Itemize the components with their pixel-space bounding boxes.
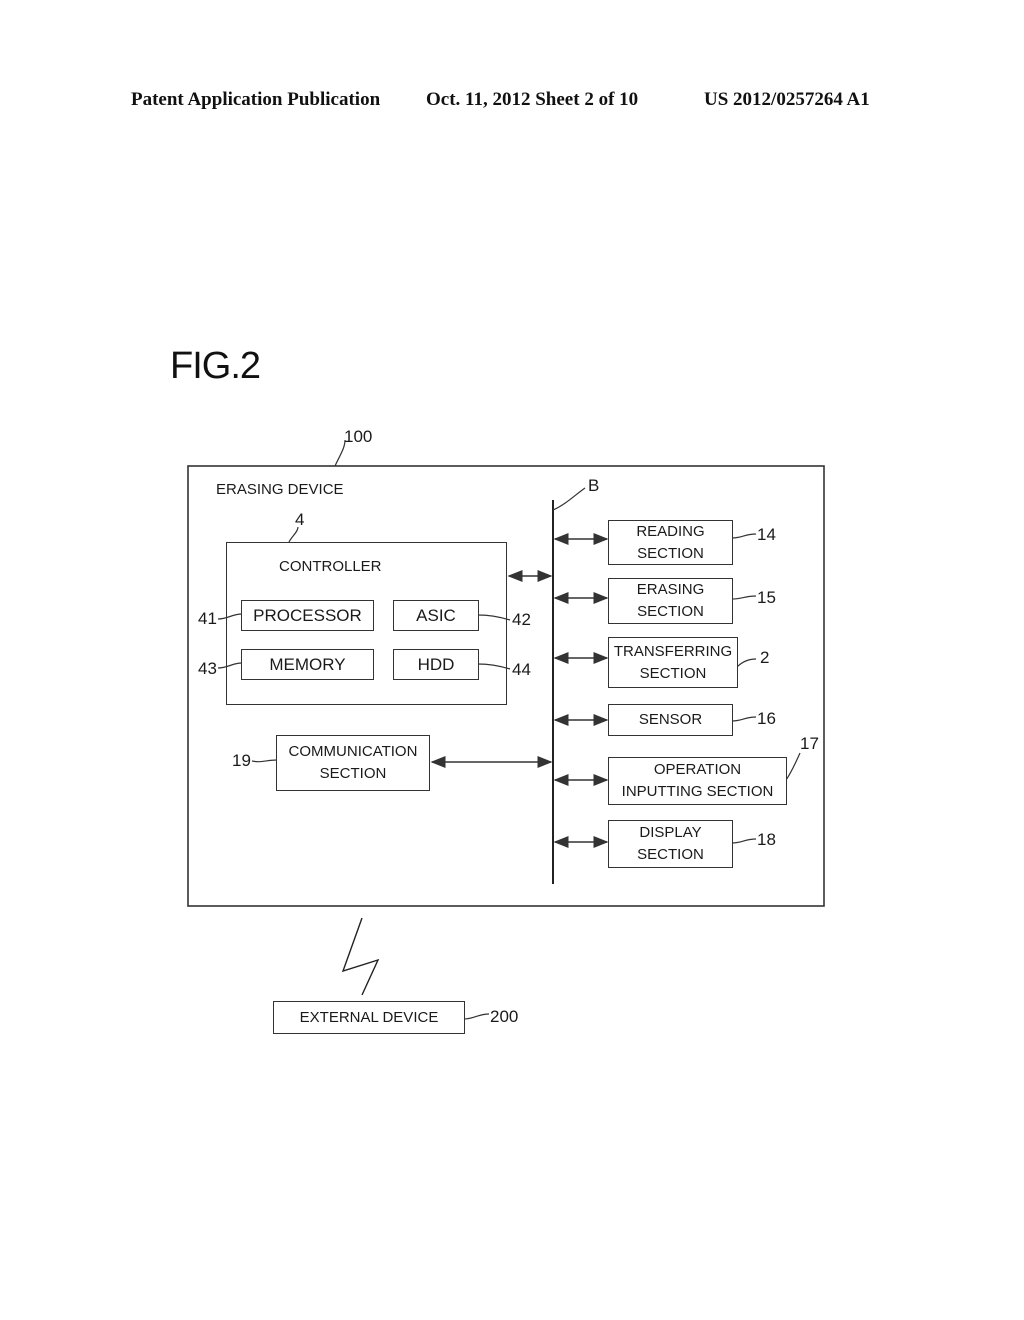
communication-box: COMMUNICATION SECTION bbox=[276, 735, 430, 791]
display-line1: DISPLAY bbox=[639, 824, 702, 841]
erasing-line2: SECTION bbox=[637, 603, 704, 620]
ref-sensor: 16 bbox=[757, 709, 776, 728]
sensor-box: SENSOR bbox=[608, 704, 733, 736]
processor-box: PROCESSOR bbox=[241, 600, 374, 631]
wireless-link-icon bbox=[341, 917, 380, 996]
transferring-line1: TRANSFERRING bbox=[613, 642, 733, 660]
reading-line1: READING bbox=[636, 522, 705, 540]
communication-line1: COMMUNICATION bbox=[288, 743, 418, 760]
ref-external: 200 bbox=[490, 1007, 519, 1026]
leader-19 bbox=[251, 759, 278, 763]
memory-box: MEMORY bbox=[241, 649, 374, 680]
transferring-line2: SECTION bbox=[639, 664, 707, 682]
leader-2 bbox=[736, 658, 757, 668]
processor-label: PROCESSOR bbox=[253, 605, 362, 625]
operation-inputting-section-box: OPERATION INPUTTING SECTION bbox=[608, 757, 787, 805]
sensor-label: SENSOR bbox=[638, 711, 703, 728]
erasing-line1: ERASING bbox=[636, 581, 705, 598]
reading-line2: SECTION bbox=[637, 544, 704, 562]
operation-line2: INPUTTING SECTION bbox=[621, 783, 774, 800]
leader-bus bbox=[552, 487, 586, 511]
leader-14 bbox=[731, 533, 757, 539]
ref-transferring: 2 bbox=[760, 648, 770, 667]
operation-line1: OPERATION bbox=[653, 761, 742, 778]
ref-controller: 4 bbox=[295, 510, 305, 529]
external-device-label: EXTERNAL DEVICE bbox=[299, 1008, 439, 1026]
display-section-box: DISPLAY SECTION bbox=[608, 820, 733, 868]
leader-17 bbox=[785, 752, 801, 781]
asic-label: ASIC bbox=[416, 605, 456, 625]
transferring-section-box: TRANSFERRING SECTION bbox=[608, 637, 738, 688]
leader-15 bbox=[731, 595, 757, 600]
reading-section-box: READING SECTION bbox=[608, 520, 733, 565]
display-line2: SECTION bbox=[637, 846, 704, 863]
ref-device: 100 bbox=[344, 427, 373, 446]
leader-200 bbox=[463, 1013, 490, 1020]
external-device-box: EXTERNAL DEVICE bbox=[273, 1001, 465, 1034]
hdd-box: HDD bbox=[393, 649, 479, 680]
memory-label: MEMORY bbox=[269, 654, 346, 674]
ref-communication: 19 bbox=[232, 751, 251, 770]
device-label: ERASING DEVICE bbox=[216, 481, 344, 498]
asic-box: ASIC bbox=[393, 600, 479, 631]
ref-bus: B bbox=[588, 476, 600, 495]
hdd-label: HDD bbox=[417, 654, 455, 674]
leader-18 bbox=[731, 838, 757, 844]
erasing-section-box: ERASING SECTION bbox=[608, 578, 733, 624]
communication-line2: SECTION bbox=[319, 765, 387, 782]
ref-asic: 42 bbox=[512, 610, 531, 629]
leader-16 bbox=[731, 716, 757, 722]
ref-processor: 41 bbox=[198, 609, 217, 628]
ref-hdd: 44 bbox=[512, 660, 531, 679]
ref-reading: 14 bbox=[757, 525, 776, 544]
ref-erasing: 15 bbox=[757, 588, 776, 607]
ref-memory: 43 bbox=[198, 659, 217, 678]
controller-label: CONTROLLER bbox=[279, 558, 382, 575]
ref-display: 18 bbox=[757, 830, 776, 849]
ref-operation: 17 bbox=[800, 734, 819, 753]
